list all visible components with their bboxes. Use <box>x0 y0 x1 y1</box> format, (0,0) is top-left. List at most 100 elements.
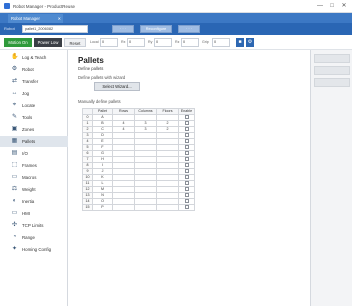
enable-checkbox[interactable] <box>184 127 189 132</box>
sidebar-item-weight[interactable]: ⚖ Weight <box>0 184 68 195</box>
tools-icon: ✎ <box>11 114 18 120</box>
enable-checkbox[interactable] <box>184 157 189 162</box>
sidebar-item-tcp-limits[interactable]: ✣ TCP Limits <box>0 220 68 231</box>
enable-checkbox[interactable] <box>184 163 189 168</box>
field-ry-input[interactable]: 0 <box>154 38 172 47</box>
rows-cell[interactable] <box>112 204 135 211</box>
title-bar: Robot Manager - ProductReuse — □ ✕ <box>0 0 352 13</box>
enable-checkbox[interactable] <box>184 145 189 150</box>
columns-cell[interactable] <box>134 204 157 211</box>
maximize-button[interactable]: □ <box>327 2 337 10</box>
sidebar-item-robot[interactable]: ⚙ Robot <box>0 64 68 75</box>
enable-checkbox[interactable] <box>184 151 189 156</box>
power-low-button[interactable]: Power Low <box>34 38 62 47</box>
motion-on-button[interactable]: Motion On <box>4 38 32 47</box>
field-rz-input[interactable]: 0 <box>181 38 199 47</box>
sidebar-item-label: Jog <box>22 91 30 96</box>
table-row[interactable]: 15 P <box>82 204 195 211</box>
sidebar-item-log-teach[interactable]: ✋ Log & Teach <box>0 52 68 63</box>
minimize-button[interactable]: — <box>315 2 325 10</box>
frames-icon: ⬚ <box>11 162 18 168</box>
enable-checkbox[interactable] <box>184 121 189 126</box>
hand-icon: ✋ <box>11 54 19 60</box>
robot-address-input[interactable]: pallet1_2006082 <box>22 25 88 33</box>
sidebar-item-tools[interactable]: ✎ Tools <box>0 112 68 123</box>
sidebar-item-locate[interactable]: ⌖ Locate <box>0 100 68 111</box>
sidebar-item-label: Range <box>22 235 35 240</box>
jog-icon: ↔ <box>11 90 18 96</box>
enable-checkbox[interactable] <box>184 169 189 174</box>
sidebar-item-hmi[interactable]: ▭ HMI <box>0 208 68 219</box>
enable-checkbox[interactable] <box>184 133 189 138</box>
floors-cell[interactable] <box>156 204 179 211</box>
homing-icon: ✦ <box>11 246 18 252</box>
right-panel <box>310 50 352 306</box>
stop-icon[interactable]: ■ <box>236 38 244 47</box>
sidebar-item-label: Locate <box>22 103 36 108</box>
sidebar-item-label: Log & Teach <box>22 55 47 60</box>
tab-robot-manager[interactable]: Robot Manager ✕ <box>8 14 63 23</box>
row-index-cell: 15 <box>82 204 93 211</box>
range-icon: ◔ <box>12 234 17 240</box>
sidebar-item-jog[interactable]: ↔ Jog <box>0 88 68 99</box>
reconfigure-button[interactable]: Reconfigure <box>140 25 172 33</box>
enable-checkbox[interactable] <box>184 181 189 186</box>
enable-checkbox[interactable] <box>184 193 189 198</box>
sidebar-item-label: Transfer <box>22 79 39 84</box>
wizard-section-label: Define pallets with wizard <box>78 75 126 80</box>
field-local-input[interactable]: 0 <box>100 38 118 47</box>
enable-checkbox[interactable] <box>184 199 189 204</box>
tab-strip: Robot Manager ✕ <box>0 13 352 23</box>
robot-label: Robot <box>4 26 15 31</box>
sidebar-item-transfer[interactable]: ⇄ Transfer <box>0 76 68 87</box>
enable-checkbox[interactable] <box>184 187 189 192</box>
window-title: Robot Manager - ProductReuse <box>13 4 75 9</box>
settings-icon[interactable]: ⚙ <box>246 38 254 47</box>
enable-checkbox[interactable] <box>184 139 189 144</box>
app-icon <box>4 3 10 9</box>
sidebar-item-label: Macros <box>22 175 37 180</box>
address-button-3[interactable]: · · · <box>178 25 200 33</box>
enable-checkbox[interactable] <box>184 175 189 180</box>
sidebar-item-zones[interactable]: ▣ Zones <box>0 124 68 135</box>
reset-button[interactable]: Reset <box>64 38 86 47</box>
app-window: Robot Manager - ProductReuse — □ ✕ Robot… <box>0 0 352 306</box>
pallets-table: Pallet Rows Columns Floors Enable 0A1B43… <box>82 108 195 211</box>
sidebar-item-macros[interactable]: ▭ Macros <box>0 172 68 183</box>
sidebar-item-label: Frames <box>22 163 37 168</box>
right-panel-slot <box>314 78 350 87</box>
sidebar-item-label: TCP Limits <box>22 223 44 228</box>
right-panel-slot <box>314 66 350 75</box>
page-subtitle: Define pallets <box>78 66 104 71</box>
field-label-rz: Rz <box>175 40 180 44</box>
page-title: Pallets <box>78 56 104 65</box>
sidebar-item-homing-config[interactable]: ✦ Homing Config <box>0 244 68 255</box>
tab-label: Robot Manager <box>11 16 40 21</box>
address-button-1[interactable]: · · · <box>112 25 134 33</box>
sidebar-item-label: Zones <box>22 127 35 132</box>
sidebar-item-range[interactable]: ◔ Range <box>0 232 68 243</box>
pallet-name-cell[interactable]: P <box>92 204 113 211</box>
right-panel-slot <box>314 54 350 63</box>
sidebar-item-io[interactable]: ▤ I/O <box>0 148 68 159</box>
field-label-grip: Grip <box>202 40 209 44</box>
io-icon: ▤ <box>11 150 18 156</box>
field-rx-input[interactable]: 0 <box>127 38 145 47</box>
close-window-button[interactable]: ✕ <box>339 2 349 10</box>
sidebar-item-frames[interactable]: ⬚ Frames <box>0 160 68 171</box>
sidebar-item-label: Homing Config <box>22 247 52 252</box>
weight-icon: ⚖ <box>11 186 18 192</box>
select-wizard-button[interactable]: Select Wizard... <box>94 82 140 91</box>
tab-close-icon[interactable]: ✕ <box>58 14 61 23</box>
hmi-icon: ▭ <box>11 210 18 216</box>
enable-checkbox[interactable] <box>184 115 189 120</box>
enable-checkbox[interactable] <box>184 205 189 210</box>
sidebar-item-pallets[interactable]: ▦ Pallets <box>0 136 68 147</box>
pallets-panel: Pallets Define pallets Define pallets wi… <box>72 50 308 306</box>
robot-toolbar: Motion On Power Low Reset Local 0 Rx 0 R… <box>0 35 352 50</box>
sidebar-item-inertia[interactable]: ◐ Inertia <box>0 196 68 207</box>
inertia-icon: ◐ <box>12 198 17 204</box>
field-grip-input[interactable]: 0 <box>212 38 230 47</box>
sidebar: ✋ Log & Teach ⚙ Robot ⇄ Transfer ↔ Jog ⌖… <box>0 50 68 306</box>
manual-section-label: Manually define pallets <box>78 99 121 104</box>
